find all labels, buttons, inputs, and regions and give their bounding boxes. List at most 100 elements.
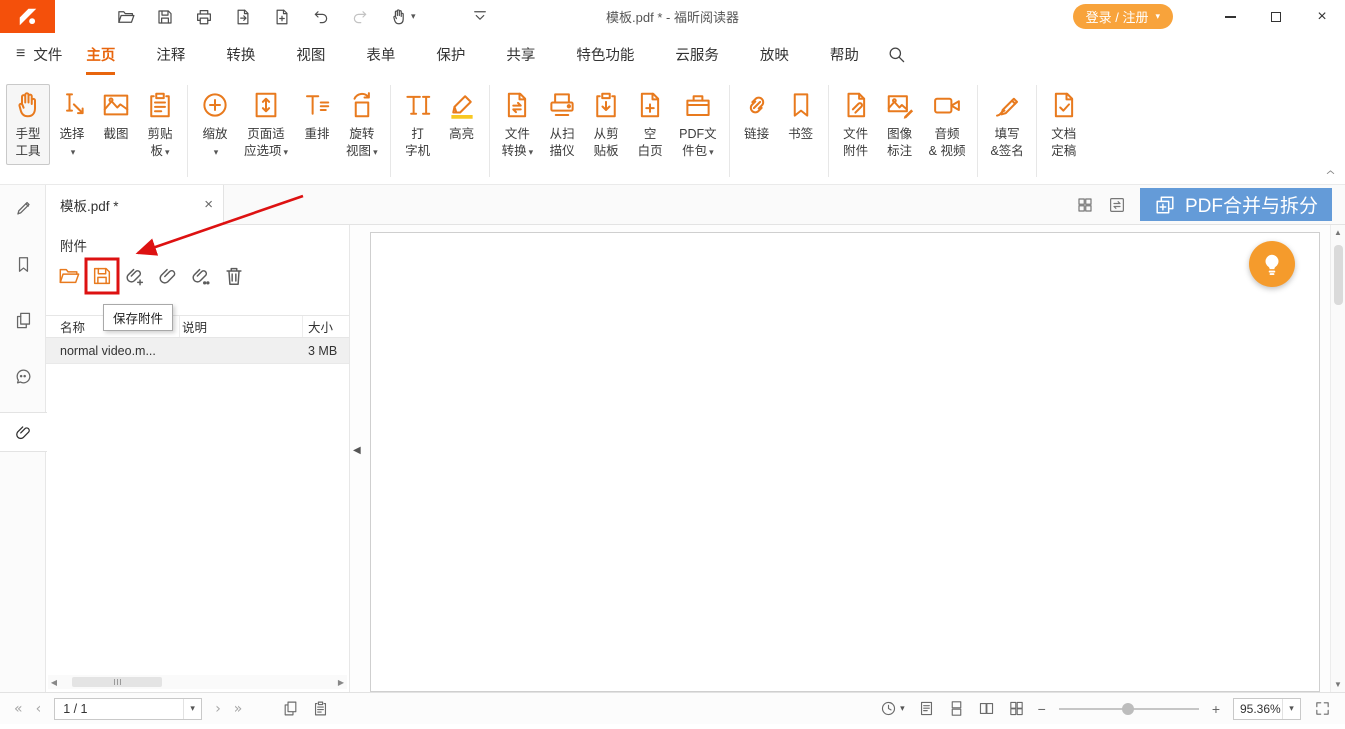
zoom-slider[interactable] [1059, 708, 1199, 710]
undo-icon[interactable] [312, 8, 330, 26]
pdf-page-canvas[interactable] [370, 232, 1320, 692]
redo-icon[interactable] [351, 8, 369, 26]
sidebar-item-pages[interactable] [0, 300, 46, 340]
ribbon-blank-page[interactable]: 空白页 [628, 84, 672, 165]
ribbon-file-attachment[interactable]: 文件附件 [834, 84, 878, 165]
menu-tab-share[interactable]: 共享 [506, 33, 535, 75]
quick-hand-tool[interactable]: ▾ [390, 8, 416, 26]
ribbon-snapshot[interactable]: 截图 [94, 84, 138, 148]
status-snapshot-icon[interactable] [282, 700, 299, 717]
column-desc[interactable]: 说明 [180, 316, 303, 337]
ribbon-hand-tool[interactable]: 手型工具 [6, 84, 50, 165]
vertical-scrollbar[interactable]: ▲ ▼ [1330, 225, 1345, 692]
panel-collapse-handle[interactable]: ◀ [353, 441, 365, 459]
ribbon-pdf-portfolio[interactable]: PDF文件包▾ [672, 84, 724, 166]
last-page-button[interactable]: » [234, 701, 243, 717]
ribbon-fill-sign[interactable]: 填写&签名 [983, 84, 1030, 165]
zoom-out-button[interactable]: − [1038, 701, 1046, 717]
menu-tab-present[interactable]: 放映 [760, 33, 789, 75]
tab-switch-icon[interactable] [1108, 196, 1126, 214]
prev-page-button[interactable]: ‹ [36, 701, 42, 717]
menu-tab-cloud[interactable]: 云服务 [675, 33, 719, 75]
open-attachment-icon[interactable] [58, 265, 80, 287]
menu-tab-view[interactable]: 视图 [296, 33, 325, 75]
ribbon-bookmark[interactable]: 书签 [779, 84, 823, 148]
create-from-file-icon[interactable] [234, 8, 252, 26]
first-page-button[interactable]: « [14, 701, 23, 717]
create-blank-doc-icon[interactable] [273, 8, 291, 26]
ribbon-typewriter[interactable]: 打字机 [396, 84, 440, 165]
ribbon-doc-finalize[interactable]: 文档定稿 [1042, 84, 1086, 165]
sidebar-item-comments[interactable] [0, 356, 46, 396]
page-number-box[interactable]: 1 / 1 ▾ [54, 698, 202, 720]
add-attachment-icon[interactable] [124, 265, 146, 287]
maximize-button[interactable] [1253, 0, 1299, 33]
ribbon-page-fit-options[interactable]: 页面适应选项▾ [237, 84, 295, 166]
sidebar-item-bookmarks[interactable] [0, 244, 46, 284]
print-icon[interactable] [195, 8, 213, 26]
menu-tab-home[interactable]: 主页 [86, 33, 115, 75]
ribbon-image-annotation[interactable]: 图像标注 [878, 84, 922, 165]
column-name[interactable]: 名称 [46, 316, 180, 337]
continuous-layout-icon[interactable] [948, 700, 965, 717]
foxit-logo[interactable] [0, 0, 55, 33]
zoom-in-button[interactable]: + [1212, 701, 1220, 717]
tab-grid-view-icon[interactable] [1076, 196, 1094, 214]
scrollbar-thumb[interactable] [72, 677, 162, 687]
pdf-merge-split-banner[interactable]: PDF合并与拆分 [1140, 188, 1332, 221]
zoom-slider-thumb[interactable] [1122, 703, 1134, 715]
ribbon-collapse-icon[interactable] [1324, 166, 1337, 179]
chevron-down-icon[interactable]: ▾ [183, 699, 201, 719]
ribbon-reflow[interactable]: 重排 [295, 84, 339, 148]
ribbon-from-clipboard[interactable]: 从剪贴板 [584, 84, 628, 165]
customize-toolbar-icon[interactable] [471, 8, 489, 26]
menu-tab-form[interactable]: 表单 [366, 33, 395, 75]
delete-attachment-icon[interactable] [223, 265, 245, 287]
status-clipboard-icon[interactable] [312, 700, 329, 717]
menu-tab-protect[interactable]: 保护 [436, 33, 465, 75]
close-button[interactable]: × [1299, 0, 1345, 33]
open-file-icon[interactable] [117, 8, 135, 26]
save-attachment-icon[interactable] [91, 265, 113, 287]
attachment-row[interactable]: normal video.m... 3 MB [46, 338, 349, 364]
scroll-left-icon[interactable]: ◀ [48, 678, 60, 687]
panel-horizontal-scrollbar[interactable]: ◀ ▶ [48, 675, 347, 689]
ribbon-file-convert[interactable]: 文件转换▾ [495, 84, 541, 166]
ribbon-select-tool[interactable]: 选择▾ [50, 84, 94, 166]
minimize-button[interactable] [1207, 0, 1253, 33]
zoom-level-box[interactable]: 95.36% ▾ [1233, 698, 1301, 720]
column-size[interactable]: 大小 [303, 317, 349, 336]
save-file-icon[interactable] [156, 8, 174, 26]
ribbon-link[interactable]: 链接 [735, 84, 779, 148]
menu-tab-comment[interactable]: 注释 [156, 33, 185, 75]
sidebar-item-edit[interactable] [0, 188, 46, 228]
scroll-up-icon[interactable]: ▲ [1334, 228, 1342, 237]
ribbon-audio-video[interactable]: 音频& 视频 [922, 84, 973, 165]
ribbon-clipboard[interactable]: 剪贴板▾ [138, 84, 182, 166]
ribbon-from-scanner[interactable]: 从扫描仪 [540, 84, 584, 165]
ribbon-highlight[interactable]: 高亮 [440, 84, 484, 148]
tips-bulb-button[interactable] [1249, 241, 1295, 287]
chevron-down-icon[interactable]: ▾ [1282, 699, 1300, 719]
scroll-right-icon[interactable]: ▶ [335, 678, 347, 687]
grid-layout-icon[interactable] [1008, 700, 1025, 717]
menu-tab-convert[interactable]: 转换 [226, 33, 255, 75]
tab-close-icon[interactable]: × [204, 197, 213, 212]
fullscreen-icon[interactable] [1314, 700, 1331, 717]
search-icon[interactable] [887, 45, 906, 64]
next-page-button[interactable]: › [215, 701, 221, 717]
menu-file[interactable]: ≡ 文件 [16, 33, 62, 75]
auto-scroll-control[interactable]: ▾ [880, 700, 905, 717]
menu-tab-features[interactable]: 特色功能 [576, 33, 634, 75]
attachment-settings-icon[interactable] [190, 265, 212, 287]
scrollbar-thumb[interactable] [1334, 245, 1343, 305]
ribbon-rotate-view[interactable]: 旋转视图▾ [339, 84, 385, 166]
read-mode-icon[interactable] [918, 700, 935, 717]
login-register-button[interactable]: 登录 / 注册 ▾ [1073, 4, 1173, 29]
facing-layout-icon[interactable] [978, 700, 995, 717]
ribbon-zoom[interactable]: 缩放▾ [193, 84, 237, 166]
document-tab[interactable]: 模板.pdf * × [46, 185, 224, 225]
sidebar-item-attachments[interactable] [0, 412, 47, 452]
scroll-down-icon[interactable]: ▼ [1334, 680, 1342, 689]
menu-tab-help[interactable]: 帮助 [830, 33, 859, 75]
